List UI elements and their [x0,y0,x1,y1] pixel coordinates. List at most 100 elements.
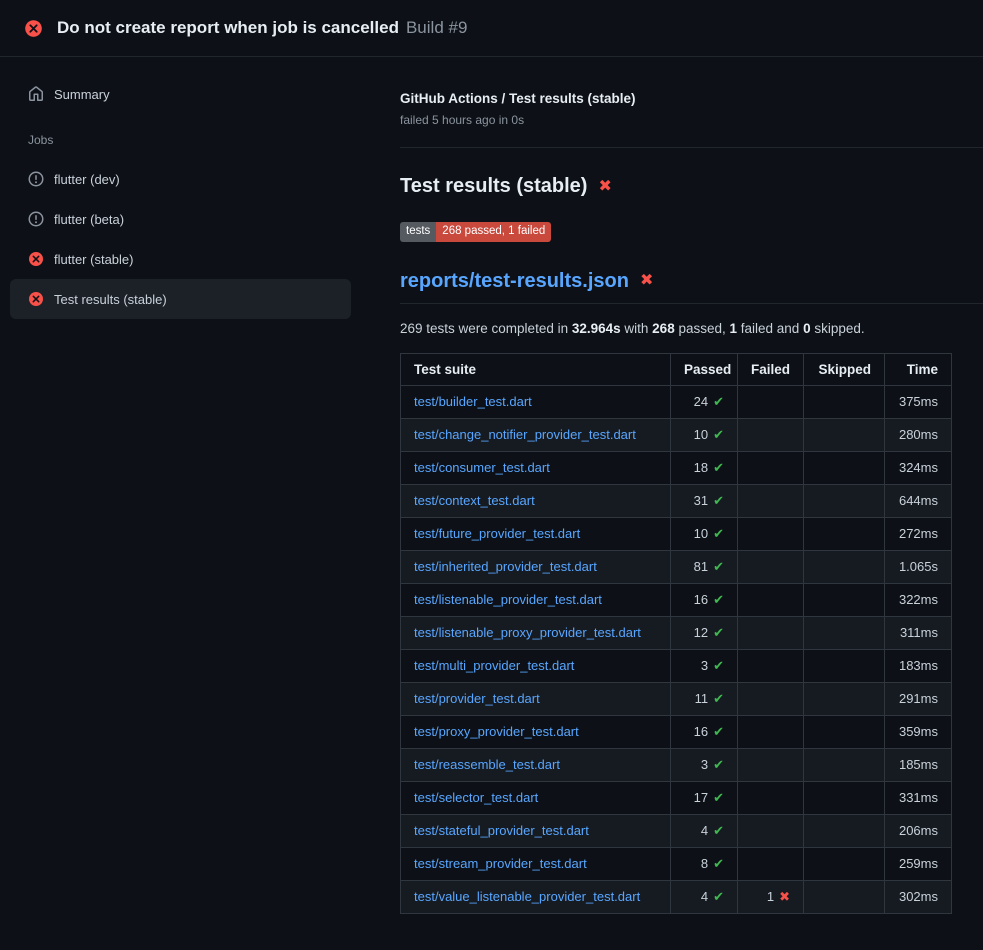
sidebar: Summary Jobs flutter (dev) flutter (beta… [0,57,375,319]
time-cell: 272ms [885,517,952,550]
passed-cell: 12✔ [671,616,738,649]
passed-cell: 16✔ [671,715,738,748]
table-row: test/proxy_provider_test.dart16✔359ms [401,715,952,748]
report-file-link[interactable]: reports/test-results.json [400,270,629,293]
test-suite-link[interactable]: test/inherited_provider_test.dart [414,559,597,574]
passed-cell: 4✔ [671,880,738,913]
check-icon: ✔ [713,460,724,475]
sidebar-item-test-results-stable[interactable]: Test results (stable) [10,279,351,319]
table-row: test/context_test.dart31✔644ms [401,484,952,517]
passed-cell: 11✔ [671,682,738,715]
test-suite-link[interactable]: test/selector_test.dart [414,790,538,805]
check-icon: ✔ [713,691,724,706]
sidebar-item-summary[interactable]: Summary [10,81,351,107]
page-title: Do not create report when job is cancell… [57,18,399,38]
breadcrumb: GitHub Actions / Test results (stable) [400,91,983,106]
failed-status-icon [28,291,44,307]
test-suite-link[interactable]: test/listenable_proxy_provider_test.dart [414,625,641,640]
skipped-cell [804,616,885,649]
sidebar-item-flutter-dev[interactable]: flutter (dev) [10,159,351,199]
test-suite-link[interactable]: test/future_provider_test.dart [414,526,580,541]
sidebar-summary-label: Summary [54,87,110,102]
build-number: Build #9 [406,18,467,38]
passed-cell: 3✔ [671,748,738,781]
test-suite-cell: test/value_listenable_provider_test.dart [401,880,671,913]
check-icon: ✔ [713,394,724,409]
page-header: Do not create report when job is cancell… [0,0,983,57]
check-icon: ✔ [713,592,724,607]
test-suite-cell: test/context_test.dart [401,484,671,517]
sidebar-item-flutter-stable[interactable]: flutter (stable) [10,239,351,279]
check-icon: ✔ [713,559,724,574]
failed-cell [738,814,804,847]
neutral-status-icon [28,211,44,227]
test-suite-link[interactable]: test/change_notifier_provider_test.dart [414,427,636,442]
test-suite-link[interactable]: test/provider_test.dart [414,691,540,706]
test-suite-cell: test/listenable_provider_test.dart [401,583,671,616]
test-suite-link[interactable]: test/reassemble_test.dart [414,757,560,772]
test-suite-link[interactable]: test/listenable_provider_test.dart [414,592,602,607]
skipped-cell [804,748,885,781]
test-suite-link[interactable]: test/multi_provider_test.dart [414,658,574,673]
time-cell: 302ms [885,880,952,913]
test-suite-cell: test/listenable_proxy_provider_test.dart [401,616,671,649]
table-row: test/stream_provider_test.dart 8✔ 259ms [401,847,952,880]
neutral-status-icon [28,171,44,187]
test-suite-link[interactable]: test/context_test.dart [414,493,535,508]
test-suite-link[interactable]: test/proxy_provider_test.dart [414,724,579,739]
table-row: test/value_listenable_provider_test.dart… [401,880,952,913]
test-suite-link[interactable]: test/consumer_test.dart [414,460,550,475]
time-cell: 375ms [885,385,952,418]
passed-cell: 24✔ [671,385,738,418]
check-icon: ✔ [713,889,724,904]
home-icon [28,86,44,102]
table-header-row: Test suite Passed Failed Skipped Time [401,353,952,385]
skipped-cell [804,847,885,880]
time-cell: 280ms [885,418,952,451]
test-suite-link[interactable]: test/stream_provider_test.dart [414,856,587,871]
test-results-table: Test suite Passed Failed Skipped Time te… [400,353,952,914]
passed-cell: 17✔ [671,781,738,814]
time-cell: 311ms [885,616,952,649]
skipped-cell [804,814,885,847]
col-header-failed: Failed [738,353,804,385]
tests-badge: tests 268 passed, 1 failed [400,222,551,242]
time-cell: 1.065s [885,550,952,583]
skipped-cell [804,451,885,484]
test-suite-cell: test/proxy_provider_test.dart [401,715,671,748]
test-suite-link[interactable]: test/value_listenable_provider_test.dart [414,889,640,904]
skipped-cell [804,418,885,451]
sidebar-item-flutter-beta[interactable]: flutter (beta) [10,199,351,239]
job-label: flutter (beta) [54,212,124,227]
col-header-passed: Passed [671,353,738,385]
test-suite-link[interactable]: test/builder_test.dart [414,394,532,409]
check-icon: ✔ [713,493,724,508]
failed-cell [738,385,804,418]
passed-cell: 3✔ [671,649,738,682]
test-suite-cell: test/future_provider_test.dart [401,517,671,550]
test-suite-link[interactable]: test/stateful_provider_test.dart [414,823,589,838]
test-suite-cell: test/multi_provider_test.dart [401,649,671,682]
results-table-body: test/builder_test.dart 24✔ 375ms test/chang… [401,385,952,913]
test-suite-cell: test/reassemble_test.dart [401,748,671,781]
check-icon: ✔ [713,427,724,442]
table-row: test/multi_provider_test.dart3✔183ms [401,649,952,682]
failed-x-icon: ✖ [598,179,611,195]
jobs-section-label: Jobs [28,133,351,147]
skipped-cell [804,682,885,715]
badge-value: 268 passed, 1 failed [436,222,551,242]
failed-cell [738,484,804,517]
table-row: test/selector_test.dart17✔331ms [401,781,952,814]
main-content: GitHub Actions / Test results (stable) f… [375,57,983,914]
passed-cell: 18✔ [671,451,738,484]
failed-cell [738,748,804,781]
test-suite-cell: test/builder_test.dart [401,385,671,418]
test-suite-cell: test/change_notifier_provider_test.dart [401,418,671,451]
time-cell: 259ms [885,847,952,880]
check-icon: ✔ [713,625,724,640]
check-icon: ✔ [713,658,724,673]
passed-cell: 31✔ [671,484,738,517]
passed-cell: 8✔ [671,847,738,880]
skipped-cell [804,649,885,682]
col-header-time: Time [885,353,952,385]
